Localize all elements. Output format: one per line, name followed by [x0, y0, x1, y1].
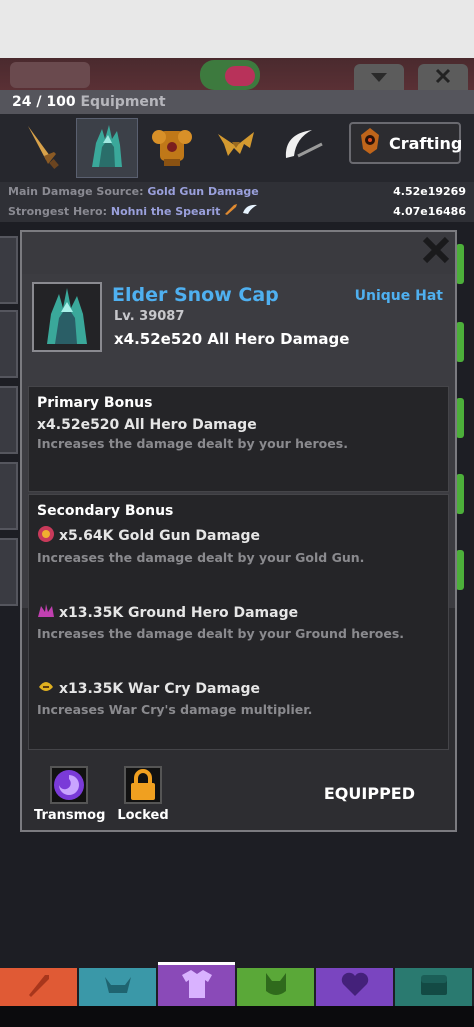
nav-tab-heroes[interactable] — [79, 968, 156, 1006]
item-name: Elder Snow Cap — [112, 284, 279, 306]
secondary-bonus-desc: Increases War Cry's damage multiplier. — [37, 702, 313, 717]
secondary-bonus-line: x13.35K War Cry Damage — [37, 679, 440, 699]
ground-hero-icon — [37, 603, 55, 623]
equipment-label: Equipment — [80, 94, 166, 110]
spear-icon — [224, 204, 242, 218]
transmog-icon — [50, 766, 88, 804]
primary-bonus-desc: Increases the damage dealt by your heroe… — [37, 436, 348, 451]
wing-small-icon — [242, 204, 258, 218]
list-item-bg — [0, 236, 18, 304]
secondary-bonus-box: Secondary Bonus x5.64K Gold Gun Damage I… — [28, 494, 449, 750]
item-portrait — [32, 282, 102, 352]
main-damage-key: Main Damage Source: — [8, 185, 144, 198]
transmog-label: Transmog — [34, 808, 106, 823]
secondary-bonus-line: x13.35K Ground Hero Damage — [37, 603, 440, 623]
secondary-bonus-title: Secondary Bonus — [37, 503, 174, 519]
close-panel-button[interactable] — [418, 64, 468, 90]
viking-nav-icon — [103, 971, 133, 1003]
list-item-indicator — [456, 474, 464, 514]
armor-icon — [150, 123, 194, 173]
collapse-button[interactable] — [354, 64, 404, 90]
hat-icon — [39, 284, 95, 350]
item-level: Lv. 39087 — [114, 309, 185, 324]
primary-bonus-box: Primary Bonus x4.52e520 All Hero Damage … — [28, 386, 449, 492]
tab-armor[interactable] — [142, 118, 202, 178]
strongest-hero-row: Strongest Hero: Nohni the Spearit 4.07e1… — [0, 202, 474, 222]
primary-bonus-title: Primary Bonus — [37, 395, 153, 411]
strongest-hero-value: Nohni the Spearit — [110, 205, 221, 218]
list-item-bg — [0, 310, 18, 378]
nav-base — [0, 1006, 474, 1027]
main-damage-value: Gold Gun Damage — [147, 185, 259, 198]
list-item-bg — [0, 386, 18, 454]
sword-icon — [22, 122, 62, 174]
secondary-bonus-text: x13.35K Ground Hero Damage — [59, 605, 299, 621]
scene-blur — [225, 66, 255, 86]
tab-wings[interactable] — [206, 118, 266, 178]
list-item: x13.35K War Cry Damage Increases War Cry… — [37, 679, 440, 717]
equipment-header: 24 / 100 Equipment — [0, 90, 474, 114]
secondary-bonus-text: x13.35K War Cry Damage — [59, 681, 261, 697]
crafting-button[interactable]: Crafting — [349, 122, 463, 164]
nav-tab-equipment[interactable] — [158, 962, 235, 1006]
strongest-hero-key: Strongest Hero: — [8, 205, 108, 218]
tab-hat[interactable] — [76, 118, 138, 178]
list-item: x13.35K Ground Hero Damage Increases the… — [37, 603, 440, 641]
secondary-bonus-line: x5.64K Gold Gun Damage — [37, 525, 440, 547]
secondary-bonus-desc: Increases the damage dealt by your Groun… — [37, 626, 405, 641]
close-icon — [422, 233, 450, 273]
tab-weapon[interactable] — [12, 118, 72, 178]
war-cry-icon — [37, 679, 55, 699]
list-item-indicator — [456, 244, 464, 284]
list-item-bg — [0, 462, 18, 530]
nav-tab-weapons[interactable] — [0, 968, 77, 1006]
crafting-icon — [359, 127, 381, 159]
demon-nav-icon — [262, 971, 290, 1003]
item-type: Unique Hat — [354, 288, 443, 304]
tab-charm[interactable] — [272, 118, 332, 178]
close-icon — [435, 65, 451, 89]
chevron-down-icon — [370, 65, 388, 89]
hat-icon — [84, 121, 130, 175]
heart-nav-icon — [341, 972, 369, 1002]
chest-nav-icon — [419, 973, 449, 1001]
gold-gun-icon — [37, 525, 55, 547]
modal-header — [22, 232, 455, 274]
top-scene-strip — [0, 0, 474, 90]
item-main-stat: x4.52e520 All Hero Damage — [114, 330, 350, 348]
primary-bonus-line: x4.52e520 All Hero Damage — [37, 417, 257, 433]
list-item-indicator — [456, 322, 464, 362]
crafting-label: Crafting — [389, 133, 463, 153]
scene-blur — [10, 62, 90, 88]
main-damage-number: 4.52e19269 — [393, 185, 466, 198]
lock-icon — [124, 766, 162, 804]
nav-tab-shop[interactable] — [395, 968, 472, 1006]
equipped-status[interactable]: EQUIPPED — [324, 784, 415, 803]
list-item: x5.64K Gold Gun Damage Increases the dam… — [37, 525, 440, 565]
slash-icon — [278, 126, 326, 170]
shirt-nav-icon — [180, 969, 214, 1003]
modal-close-button[interactable] — [420, 236, 452, 268]
lock-button[interactable]: Locked — [108, 766, 178, 823]
sword-nav-icon — [25, 971, 53, 1003]
nav-tab-pets[interactable] — [316, 968, 393, 1006]
transmog-button[interactable]: Transmog — [34, 766, 106, 823]
secondary-bonus-desc: Increases the damage dealt by your Gold … — [37, 550, 365, 565]
list-item-bg — [0, 538, 18, 606]
item-detail-modal: Elder Snow Cap Lv. 39087 x4.52e520 All H… — [20, 230, 457, 832]
list-item-indicator — [456, 398, 464, 438]
modal-footer: Transmog Locked EQUIPPED — [22, 750, 455, 830]
main-damage-row: Main Damage Source: Gold Gun Damage 4.52… — [0, 182, 474, 202]
bottom-nav — [0, 962, 474, 1027]
strongest-hero-number: 4.07e16486 — [393, 205, 466, 218]
nav-tab-enemies[interactable] — [237, 968, 314, 1006]
lock-label: Locked — [117, 808, 169, 823]
category-tabs: Crafting — [0, 114, 474, 182]
equipment-count: 24 / 100 — [12, 94, 76, 110]
list-item-indicator — [456, 550, 464, 590]
secondary-bonus-text: x5.64K Gold Gun Damage — [59, 528, 261, 544]
wing-icon — [214, 126, 258, 170]
